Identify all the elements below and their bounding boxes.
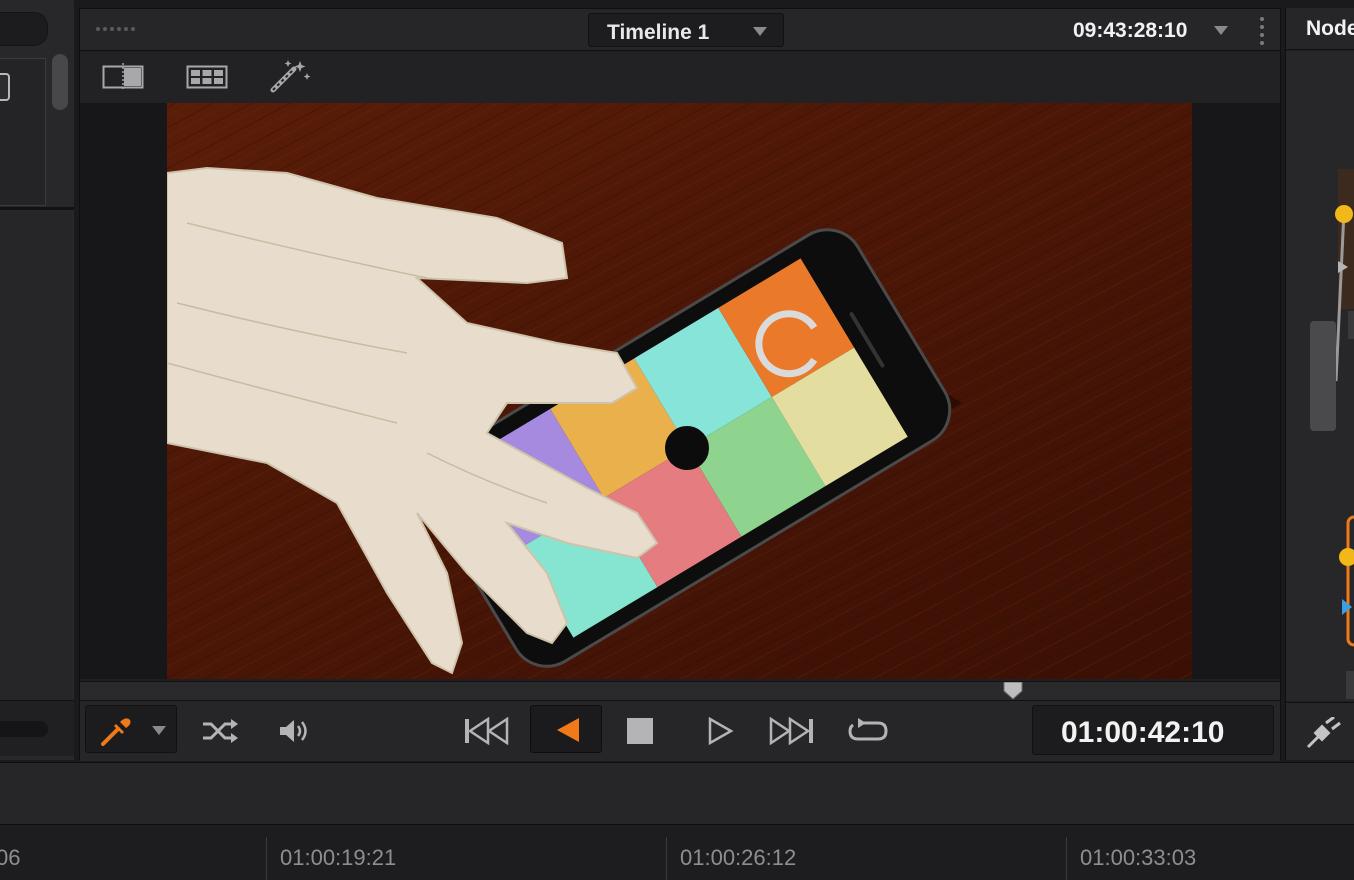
skip-back-icon[interactable] bbox=[462, 711, 512, 751]
volume-icon[interactable] bbox=[274, 711, 314, 751]
viewer-toolbar bbox=[80, 52, 1280, 103]
node-panel-title: Node bbox=[1306, 17, 1354, 40]
split-view-icon[interactable] bbox=[102, 62, 144, 97]
timeline-selector[interactable]: Timeline 1 bbox=[588, 13, 784, 47]
shuffle-icon[interactable] bbox=[198, 711, 242, 751]
ruler-label: 01:00:26:12 bbox=[680, 845, 797, 870]
node-editor[interactable] bbox=[1286, 51, 1354, 701]
play-reverse-button[interactable] bbox=[530, 705, 602, 753]
ruler-label: 01:00:33:03 bbox=[1080, 845, 1197, 870]
left-dropdown[interactable] bbox=[0, 12, 48, 46]
ruler-tick bbox=[666, 837, 667, 880]
grid-icon[interactable] bbox=[186, 62, 228, 97]
ruler-label: 06 bbox=[0, 845, 21, 870]
node-panel-header: Node bbox=[1286, 8, 1354, 50]
node-panel: Node bbox=[1285, 8, 1354, 760]
node-panel-footer bbox=[1286, 702, 1354, 760]
record-timecode: 01:00:42:10 bbox=[1061, 716, 1225, 749]
play-reverse-icon bbox=[557, 718, 579, 742]
video-frame bbox=[167, 103, 1192, 679]
color-page: Timeline 1 09:43:28:10 01:00:42:10 Node … bbox=[0, 0, 1354, 880]
viewer-header: Timeline 1 09:43:28:10 bbox=[80, 9, 1280, 51]
drag-grip-icon[interactable] bbox=[96, 27, 135, 31]
ruler-label: 01:00:19:21 bbox=[280, 845, 397, 870]
loop-icon[interactable] bbox=[844, 711, 892, 751]
playhead-handle[interactable] bbox=[1002, 682, 1024, 700]
timeline-title: Timeline 1 bbox=[607, 21, 710, 44]
left-scrollbar[interactable] bbox=[52, 54, 68, 110]
viewer-panel: Timeline 1 09:43:28:10 01:00:42:10 bbox=[79, 8, 1281, 761]
eyedropper-dropdown[interactable] bbox=[85, 705, 177, 753]
play-icon[interactable] bbox=[700, 711, 740, 751]
timecode-dropdown-icon[interactable] bbox=[1214, 26, 1228, 35]
left-panel-knob[interactable] bbox=[0, 73, 10, 101]
source-timecode: 09:43:28:10 bbox=[1073, 19, 1188, 42]
stop-icon[interactable] bbox=[620, 711, 660, 751]
chevron-down-icon bbox=[152, 726, 166, 735]
chevron-down-icon bbox=[753, 27, 767, 36]
left-thumbnail-panel bbox=[0, 58, 46, 206]
playhead-scrubber[interactable] bbox=[80, 681, 1280, 701]
node-input-dot bbox=[1335, 205, 1353, 223]
left-bottom-bar bbox=[0, 700, 74, 756]
transport-controls: 01:00:42:10 bbox=[80, 701, 1280, 761]
plug-icon[interactable] bbox=[1306, 717, 1346, 749]
more-options-icon[interactable] bbox=[1260, 17, 1264, 45]
skip-forward-icon[interactable] bbox=[766, 711, 816, 751]
left-divider bbox=[0, 207, 74, 210]
eyedropper-icon bbox=[101, 718, 131, 746]
left-slider[interactable] bbox=[0, 721, 48, 737]
timeline-strip bbox=[0, 762, 1354, 824]
record-timecode-display[interactable]: 01:00:42:10 bbox=[1032, 705, 1274, 755]
video-canvas[interactable] bbox=[80, 103, 1280, 679]
magic-wand-icon[interactable] bbox=[268, 58, 312, 99]
ruler-tick bbox=[1066, 837, 1067, 880]
ruler-tick bbox=[266, 837, 267, 880]
left-lower-panel bbox=[0, 212, 72, 700]
left-panel bbox=[0, 0, 74, 760]
node-graph bbox=[1310, 169, 1354, 699]
timeline-ruler[interactable]: 06 01:00:19:21 01:00:26:12 01:00:33:03 bbox=[0, 824, 1354, 880]
